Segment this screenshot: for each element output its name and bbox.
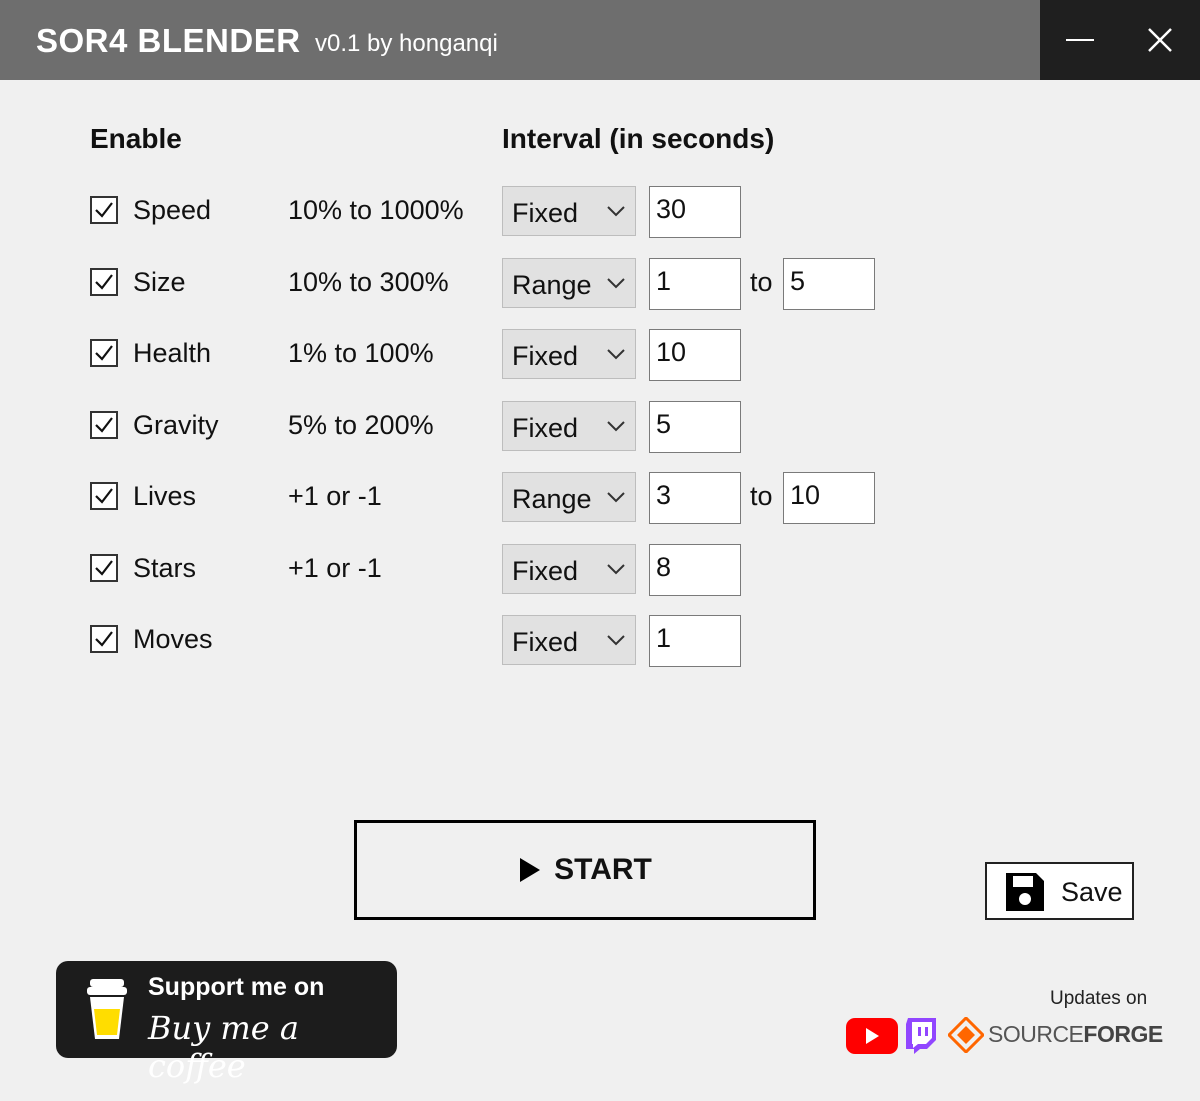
interval-mode-value: Fixed <box>512 556 579 586</box>
updates-label: Updates on <box>1050 988 1148 1009</box>
checkmark-icon <box>95 631 113 647</box>
enable-checkbox[interactable] <box>90 411 118 439</box>
enable-checkbox[interactable] <box>90 339 118 367</box>
minimize-icon <box>1066 39 1094 41</box>
checkmark-icon <box>95 345 113 361</box>
interval-mode-value: Fixed <box>512 198 579 228</box>
setting-row: Speed 10% to 1000% Fixed 30 <box>0 186 1200 238</box>
chevron-down-icon <box>607 206 625 217</box>
enable-checkbox[interactable] <box>90 482 118 510</box>
enable-checkbox[interactable] <box>90 196 118 224</box>
chevron-down-icon <box>607 635 625 646</box>
interval-mode-select[interactable]: Fixed <box>502 329 636 379</box>
setting-label: Health <box>133 338 212 368</box>
app-title: SOR4 BLENDER <box>36 22 301 59</box>
sourceforge-text-forge: FORGE <box>1083 1021 1163 1047</box>
interval-max-input[interactable]: 10 <box>783 472 875 524</box>
interval-header: Interval (in seconds) <box>502 123 775 154</box>
floppy-disk-icon <box>1006 873 1044 911</box>
interval-value-input[interactable]: 8 <box>649 544 741 596</box>
interval-max-input[interactable]: 5 <box>783 258 875 310</box>
save-button[interactable]: Save <box>985 862 1134 920</box>
youtube-link[interactable] <box>846 1018 898 1054</box>
twitch-icon[interactable] <box>904 1017 938 1055</box>
save-label: Save <box>1061 877 1123 907</box>
buy-me-a-coffee-button[interactable]: Support me on Buy me a coffee <box>56 961 397 1085</box>
setting-label: Gravity <box>133 410 219 440</box>
support-text: Support me on <box>148 973 325 1001</box>
setting-label: Stars <box>133 553 197 583</box>
interval-mode-select[interactable]: Fixed <box>502 544 636 594</box>
window-controls <box>1040 0 1200 80</box>
setting-range: 1% to 100% <box>288 338 434 368</box>
setting-row: Stars +1 or -1 Fixed 8 <box>0 544 1200 596</box>
interval-mode-select[interactable]: Range <box>502 258 636 308</box>
interval-value-input[interactable]: 1 <box>649 615 741 667</box>
interval-mode-value: Fixed <box>512 413 579 443</box>
sourceforge-link[interactable]: SOURCEFORGE <box>988 1021 1163 1048</box>
app-subtitle: v0.1 by honganqi <box>315 30 498 57</box>
play-icon <box>520 858 541 882</box>
interval-value-input[interactable]: 3 <box>649 472 741 524</box>
buy-me-a-coffee-text: Buy me a coffee <box>148 1009 299 1085</box>
setting-label: Moves <box>133 624 213 654</box>
interval-value-input[interactable]: 30 <box>649 186 741 238</box>
checkmark-icon <box>95 488 113 504</box>
setting-row: Moves Fixed 1 <box>0 615 1200 667</box>
chevron-down-icon <box>607 564 625 575</box>
setting-range: 5% to 200% <box>288 410 434 440</box>
interval-mode-select[interactable]: Fixed <box>502 186 636 236</box>
enable-checkbox[interactable] <box>90 268 118 296</box>
checkmark-icon <box>95 560 113 576</box>
title-bar: SOR4 BLENDER v0.1 by honganqi <box>0 0 1200 80</box>
interval-mode-select[interactable]: Fixed <box>502 401 636 451</box>
coffee-cup-icon <box>87 979 127 1039</box>
checkmark-icon <box>95 202 113 218</box>
chevron-down-icon <box>607 278 625 289</box>
checkmark-icon <box>95 274 113 290</box>
interval-mode-select[interactable]: Range <box>502 472 636 522</box>
interval-mode-value: Fixed <box>512 627 579 657</box>
start-button[interactable]: START <box>354 820 816 920</box>
setting-row: Lives +1 or -1 Range 3 to 10 <box>0 472 1200 524</box>
sourceforge-text-source: SOURCE <box>988 1021 1084 1047</box>
setting-range: 10% to 1000% <box>288 195 464 225</box>
interval-mode-select[interactable]: Fixed <box>502 615 636 665</box>
setting-label: Speed <box>133 195 212 225</box>
checkmark-icon <box>95 417 113 433</box>
interval-mode-value: Fixed <box>512 341 579 371</box>
start-label: START <box>554 853 652 886</box>
to-label: to <box>750 481 773 511</box>
to-label: to <box>750 267 773 297</box>
chevron-down-icon <box>607 421 625 432</box>
sourceforge-icon[interactable] <box>948 1017 984 1053</box>
setting-range: +1 or -1 <box>288 553 382 583</box>
interval-value-input[interactable]: 5 <box>649 401 741 453</box>
setting-range: 10% to 300% <box>288 267 449 297</box>
minimize-button[interactable] <box>1040 0 1120 80</box>
setting-row: Gravity 5% to 200% Fixed 5 <box>0 401 1200 453</box>
interval-value-input[interactable]: 1 <box>649 258 741 310</box>
chevron-down-icon <box>607 349 625 360</box>
close-button[interactable] <box>1120 0 1200 80</box>
setting-range: +1 or -1 <box>288 481 382 511</box>
enable-checkbox[interactable] <box>90 554 118 582</box>
setting-label: Size <box>133 267 186 297</box>
enable-header: Enable <box>90 123 182 154</box>
interval-mode-value: Range <box>512 270 592 300</box>
youtube-icon <box>866 1028 879 1044</box>
setting-row: Health 1% to 100% Fixed 10 <box>0 329 1200 381</box>
chevron-down-icon <box>607 492 625 503</box>
interval-value-input[interactable]: 10 <box>649 329 741 381</box>
close-icon <box>1148 28 1172 52</box>
enable-checkbox[interactable] <box>90 625 118 653</box>
interval-mode-value: Range <box>512 484 592 514</box>
setting-label: Lives <box>133 481 197 511</box>
setting-row: Size 10% to 300% Range 1 to 5 <box>0 258 1200 310</box>
